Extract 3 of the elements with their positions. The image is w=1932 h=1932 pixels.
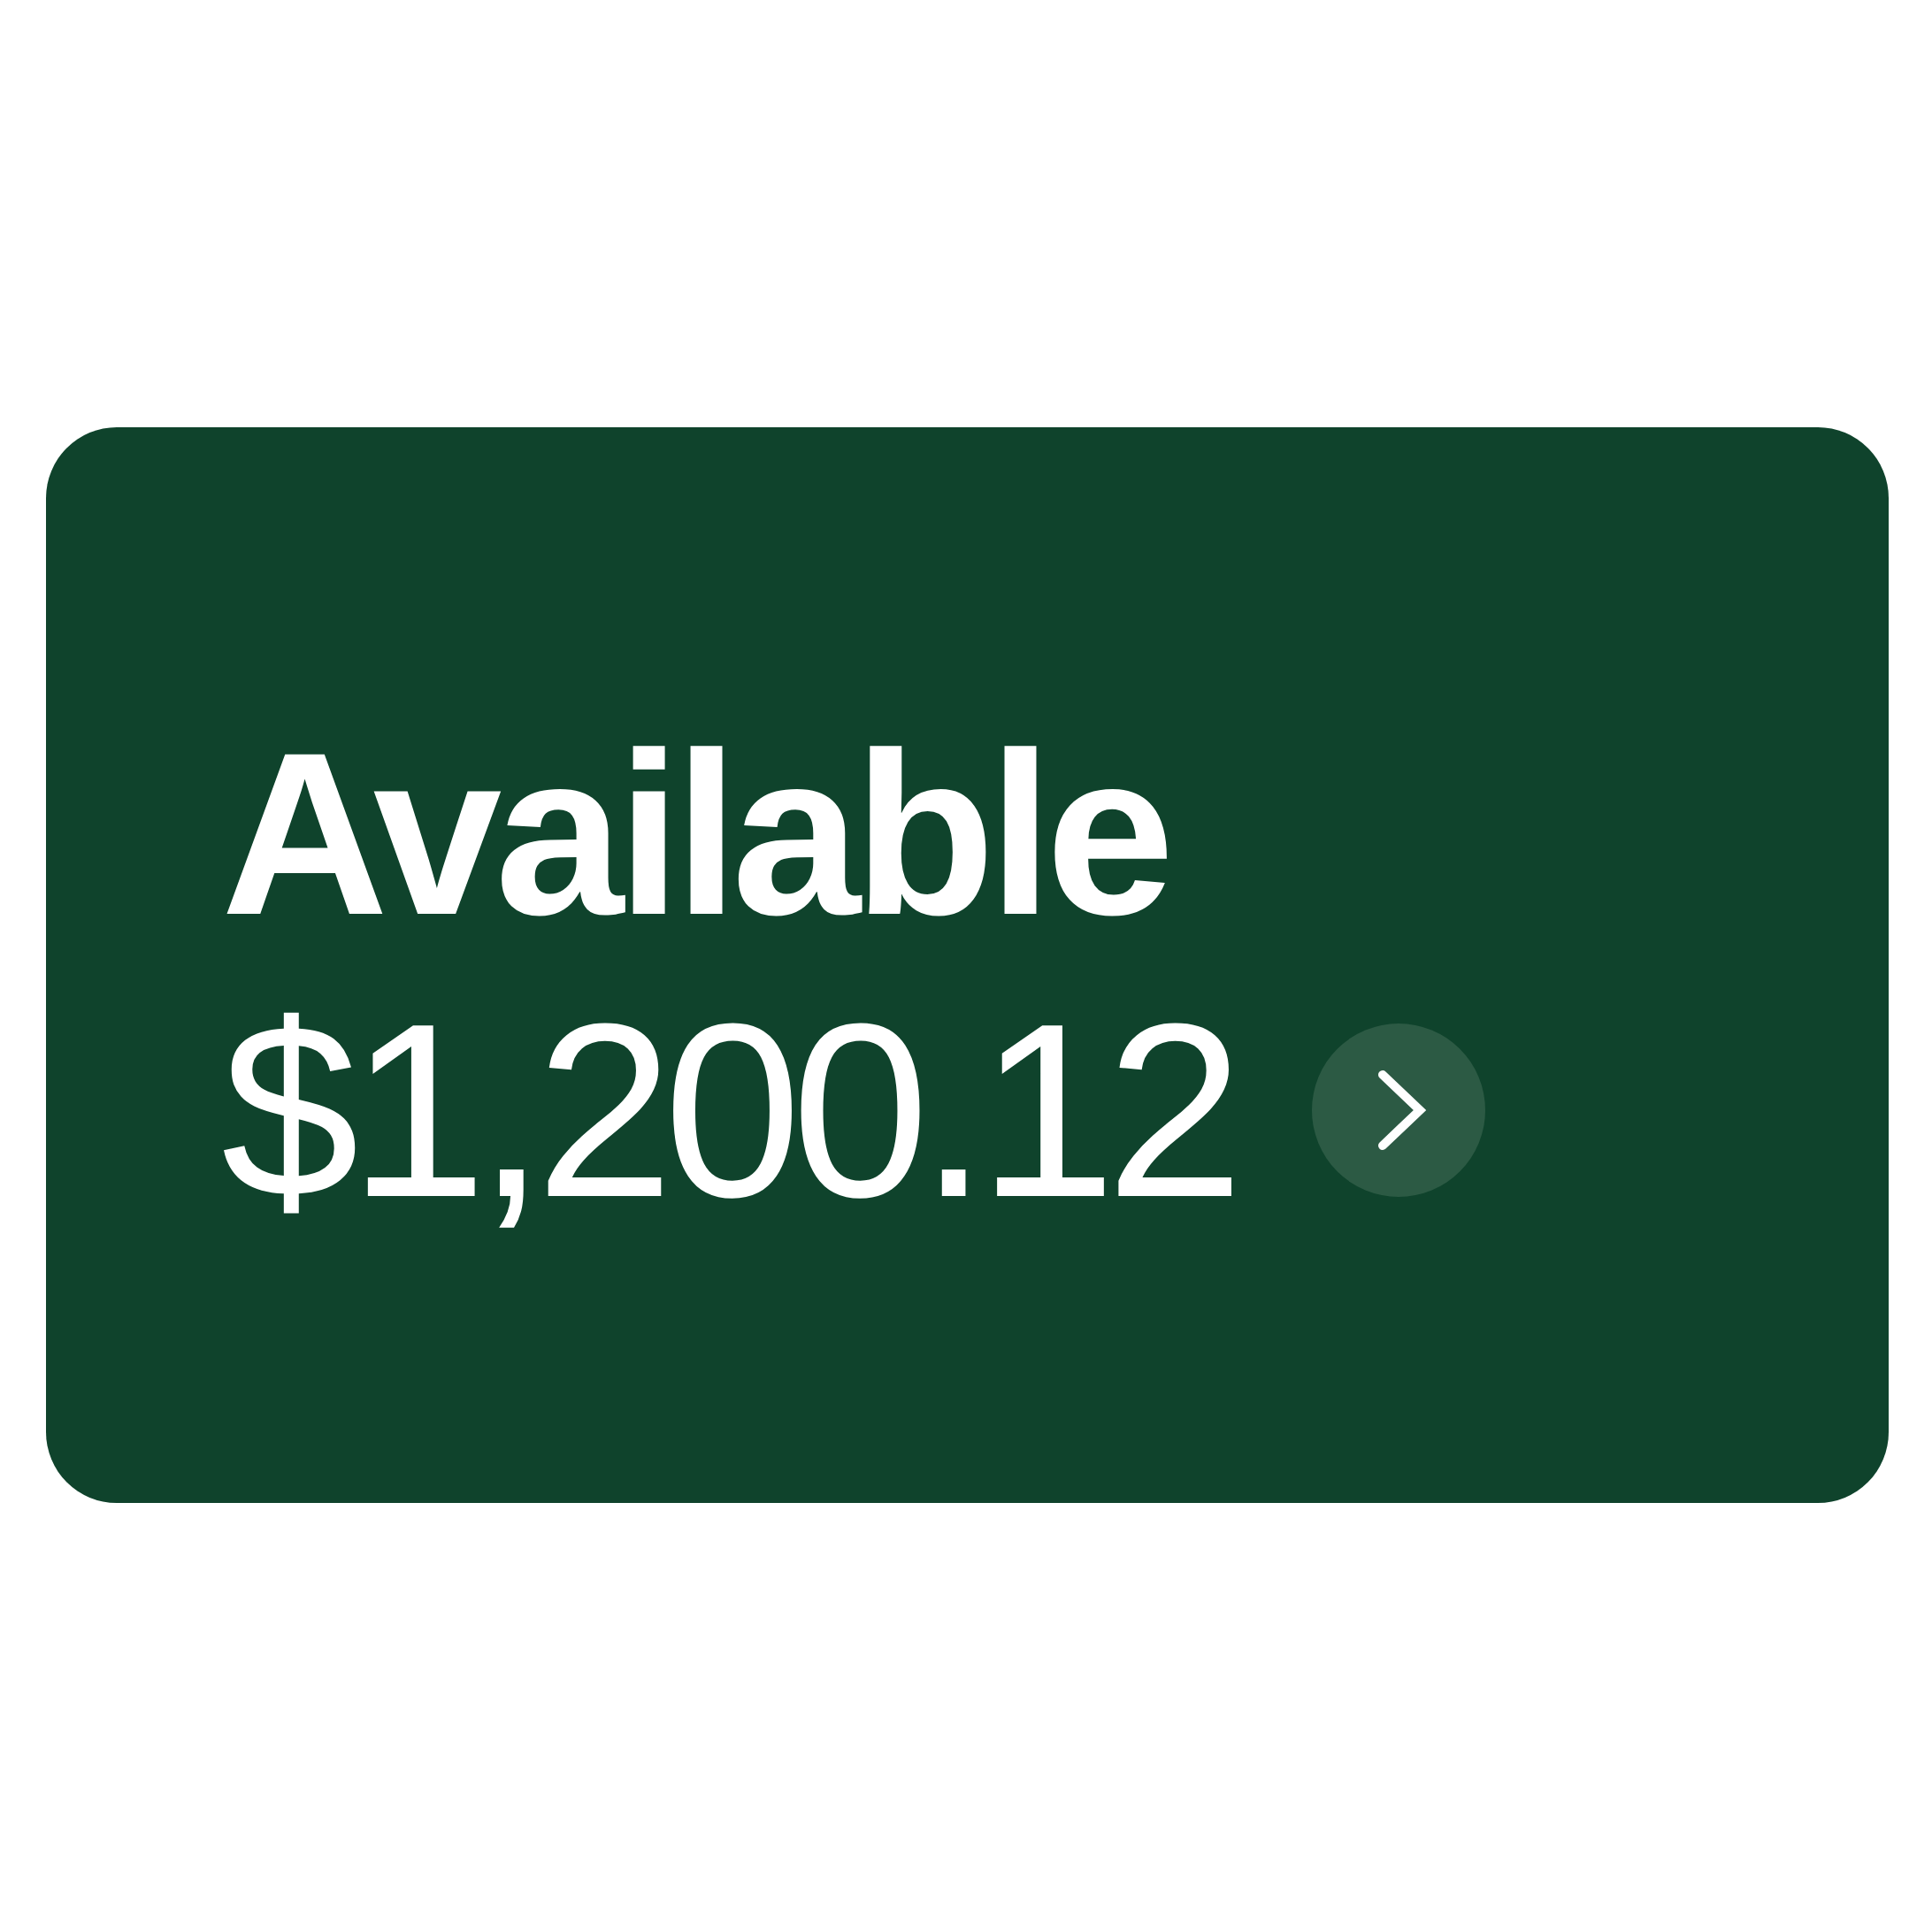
- balance-label: Available: [221, 718, 1168, 950]
- balance-amount: $1,200.12: [221, 986, 1234, 1234]
- chevron-right-icon: [1376, 1070, 1427, 1151]
